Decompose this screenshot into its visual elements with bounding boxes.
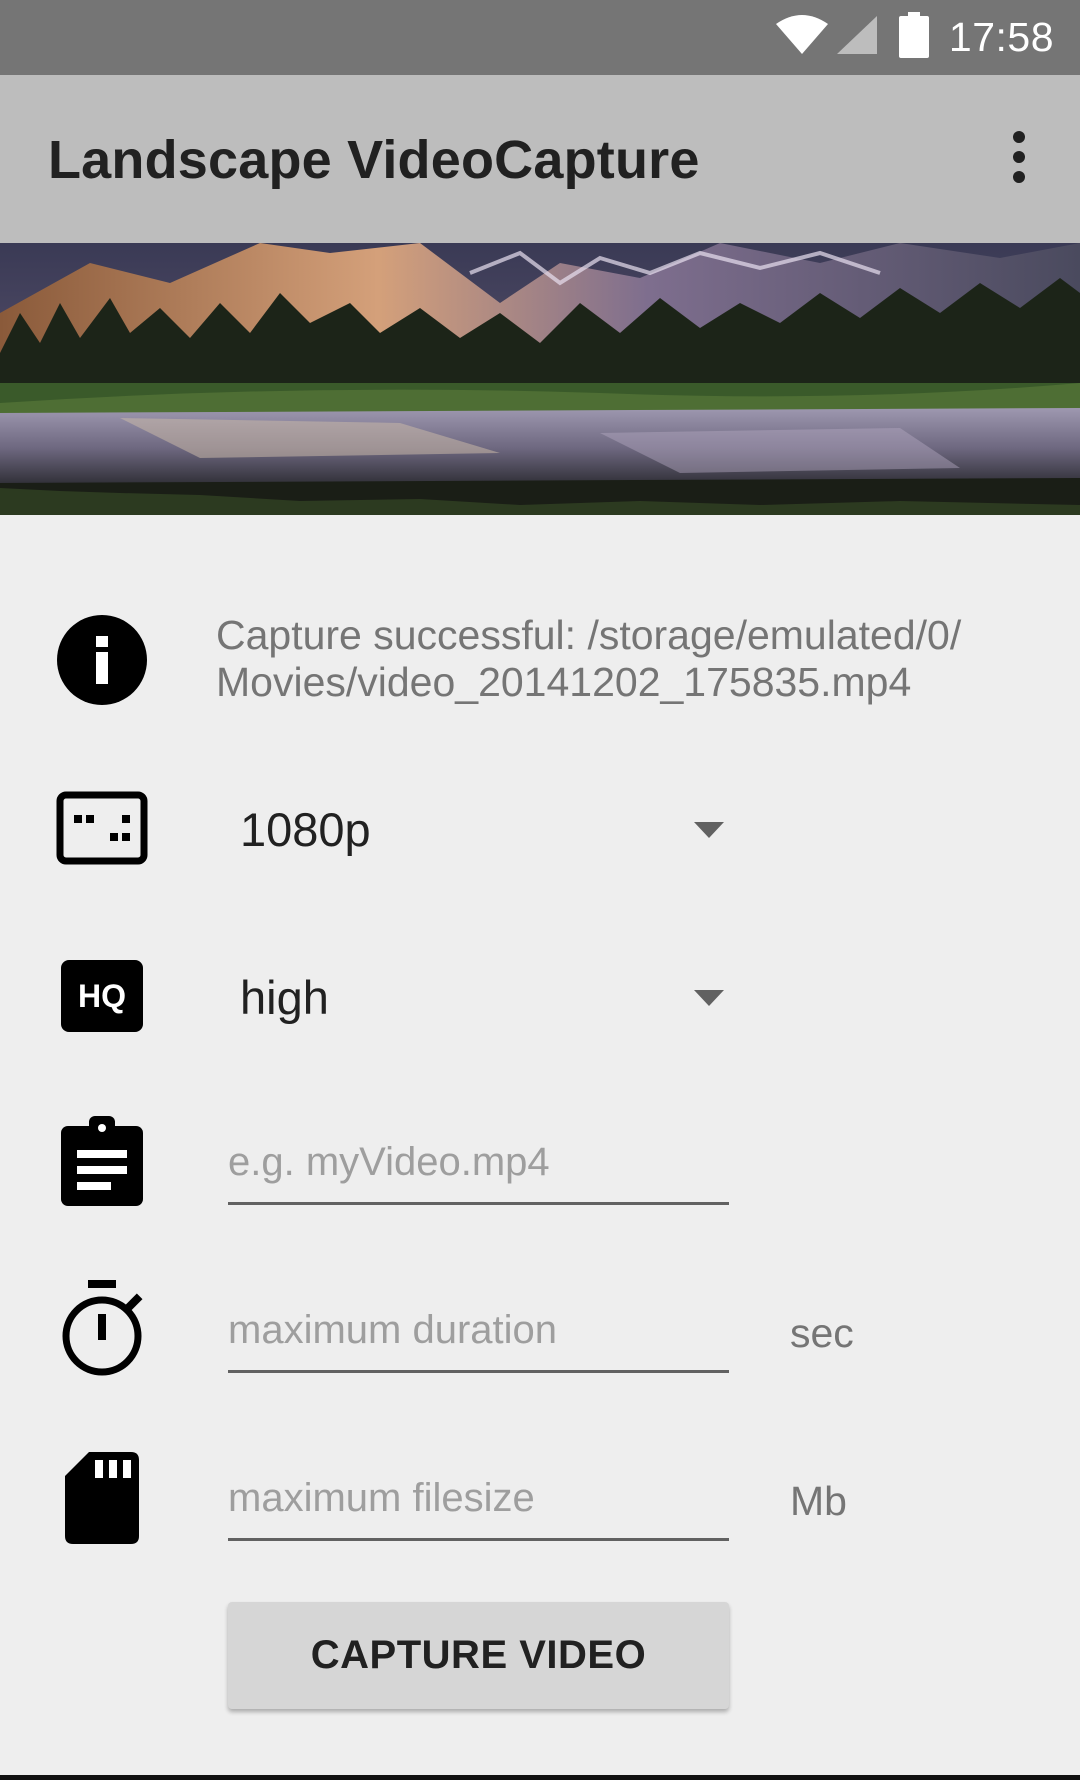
resolution-spinner[interactable]: 1080p [228,784,738,874]
more-vert-icon [1012,130,1026,188]
dropdown-arrow-icon [694,822,724,838]
app-bar: Landscape VideoCapture [0,75,1080,243]
filesize-unit: Mb [790,1478,847,1524]
svg-text:HQ: HQ [78,978,126,1014]
wifi-icon [775,14,829,61]
resolution-value: 1080p [240,803,371,856]
status-time: 17:58 [948,14,1054,60]
landscape-banner-image [0,243,1080,515]
clipboard-icon [56,1115,148,1207]
hq-icon: HQ [56,950,148,1042]
duration-unit: sec [790,1310,854,1356]
quality-spinner[interactable]: high [228,952,738,1042]
sd-card-icon [56,1452,148,1544]
capture-video-button[interactable]: CAPTURE VIDEO [228,1602,729,1709]
filename-input[interactable] [228,1122,729,1205]
app-title: Landscape VideoCapture [48,130,700,190]
info-icon [56,614,148,706]
max-filesize-input[interactable] [228,1458,729,1541]
bottom-edge [0,1775,1080,1780]
overflow-menu-button[interactable] [994,127,1044,191]
cell-signal-icon [835,14,879,61]
battery-icon [898,12,929,63]
timer-icon [56,1280,148,1376]
status-bar: 17:58 [0,0,1080,75]
capture-status-message: Capture successful: /storage/emulated/0/… [216,612,962,705]
max-duration-input[interactable] [228,1290,729,1373]
aspect-ratio-icon [56,782,148,874]
quality-value: high [240,971,329,1024]
dropdown-arrow-icon [694,990,724,1006]
status-icons: 17:58 [775,0,1054,75]
